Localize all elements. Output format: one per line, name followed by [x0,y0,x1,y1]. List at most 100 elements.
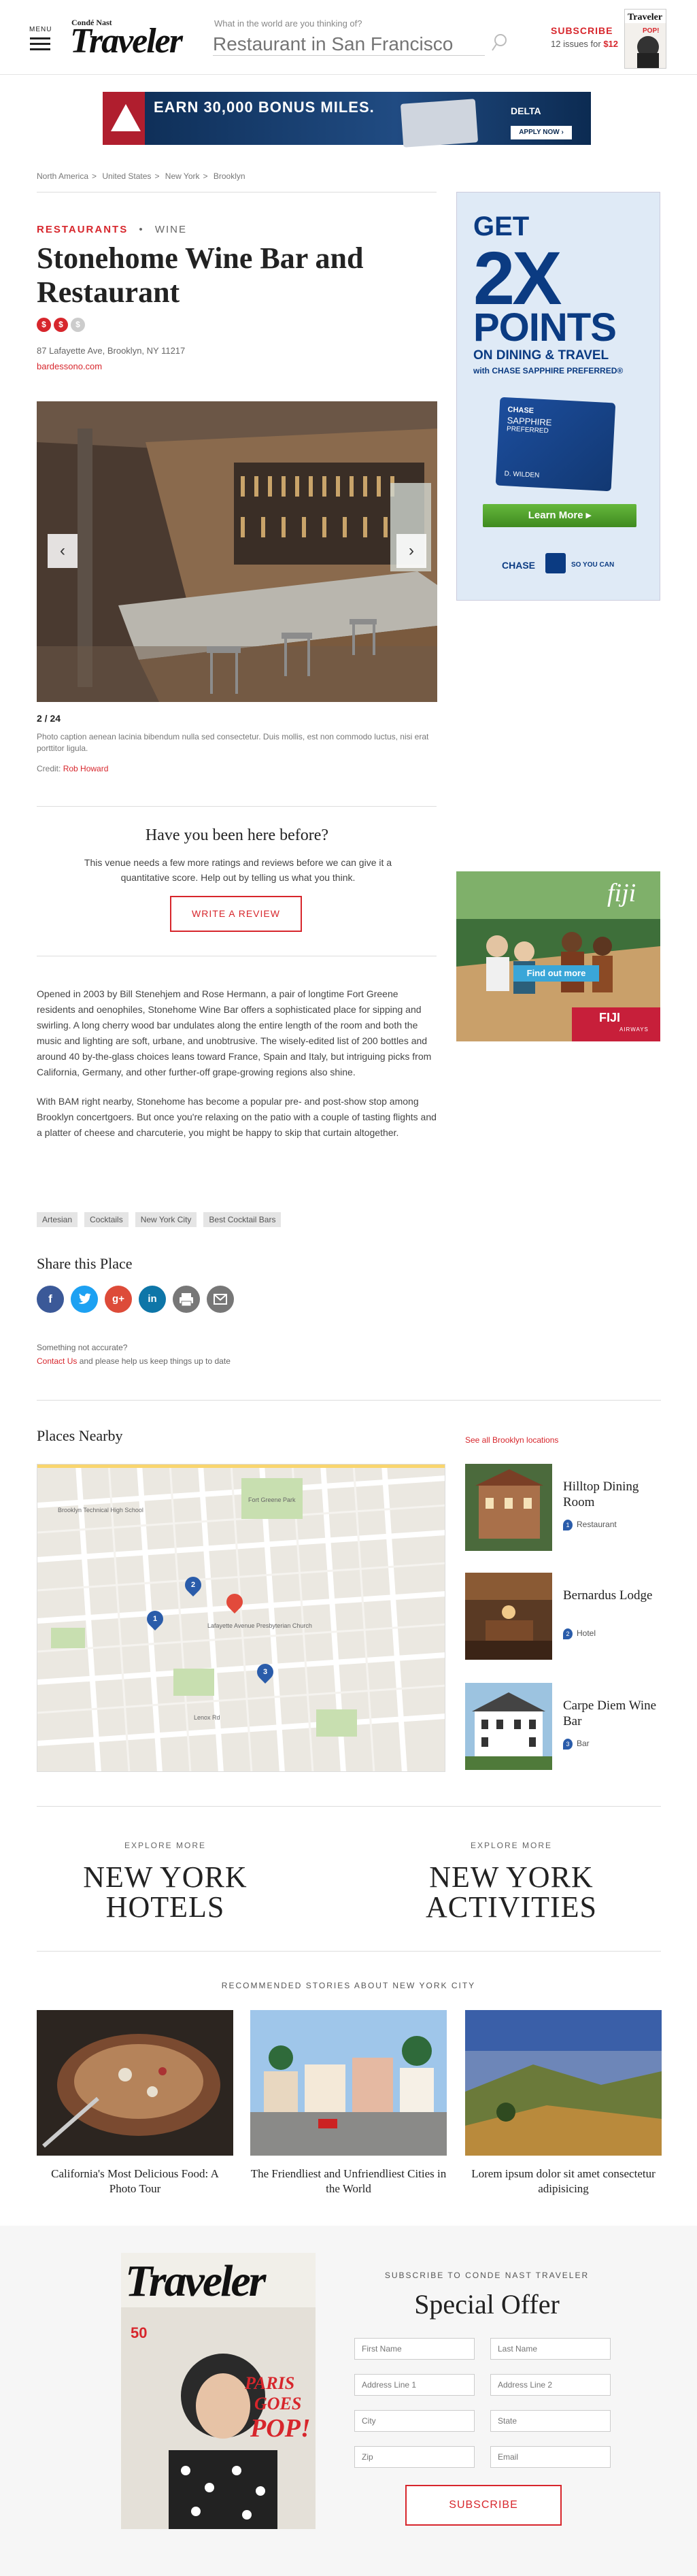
tag[interactable]: New York City [135,1212,197,1227]
nearby-place-type: 3 Bar [563,1739,590,1750]
story-caption[interactable]: Lorem ipsum dolor sit amet consectetur a… [465,2167,662,2196]
see-all-locations-link[interactable]: See all Brooklyn locations [465,1435,558,1445]
svg-text:PARIS: PARIS [244,2373,294,2393]
gallery-photo [37,401,437,702]
subcategory-link[interactable]: WINE [155,224,187,235]
story-caption[interactable]: The Friendliest and Unfriendliest Cities… [250,2167,447,2196]
map-tiles: Brooklyn Technical High School Fort Gree… [37,1465,445,1771]
gallery-next-button[interactable]: › [396,534,426,568]
svg-text:50: 50 [131,2324,147,2341]
venue-description: Opened in 2003 by Bill Stenehjem and Ros… [37,986,438,1154]
price-rating: $ $ $ [37,318,88,332]
breadcrumb-item[interactable]: Brooklyn [214,171,245,181]
google-plus-icon[interactable]: g+ [105,1286,132,1313]
subscribe-link[interactable]: SUBSCRIBE [551,25,613,36]
story-caption[interactable]: California's Most Delicious Food: A Phot… [37,2167,233,2196]
zip-field[interactable] [354,2446,475,2468]
contact-us-link[interactable]: Contact Us [37,1356,77,1366]
side-ad-chase[interactable]: GET 2X POINTS ON DINING & TRAVEL with CH… [456,192,660,601]
places-nearby-heading: Places Nearby [37,1427,123,1444]
twitter-icon[interactable] [71,1286,98,1313]
story-image[interactable] [465,2010,662,2156]
magazine-cover[interactable]: 50 PARIS GOES POP! Traveler [121,2253,316,2529]
story-card[interactable]: California's Most Delicious Food: A Phot… [37,2010,233,2196]
photo-gallery: ‹ › [37,401,437,702]
photo-credit-link[interactable]: Rob Howard [63,764,109,773]
breadcrumb-item[interactable]: North America [37,171,88,181]
gallery-counter: 2 / 24 [37,713,61,724]
email-field[interactable] [490,2446,611,2468]
breadcrumb-item[interactable]: New York [165,171,200,181]
site-logo[interactable]: Traveler [70,21,183,62]
story-image[interactable] [250,2010,447,2156]
tag[interactable]: Cocktails [84,1212,129,1227]
tag[interactable]: Best Cocktail Bars [203,1212,282,1227]
email-icon[interactable] [207,1286,234,1313]
search-input[interactable] [213,33,485,56]
venue-address: 87 Lafayette Ave, Brooklyn, NY 11217 [37,346,186,356]
map-pin-icon: 2 [563,1628,573,1639]
map[interactable]: Brooklyn Technical High School Fort Gree… [37,1464,445,1772]
map-pin[interactable]: 2 [182,1573,205,1596]
state-field[interactable] [490,2410,611,2432]
svg-text:GOES: GOES [254,2394,301,2413]
gallery-prev-button[interactable]: ‹ [48,534,78,568]
explore-title[interactable]: NEW YORK HOTELS [50,1862,281,1922]
nearby-place-type: 1 Restaurant [563,1520,617,1530]
svg-text:Fort Greene Park: Fort Greene Park [248,1496,296,1503]
find-out-more-button[interactable]: Find out more [513,965,599,982]
ad-text: POINTS [473,305,617,350]
ad-text: GET [473,212,530,241]
map-pin[interactable]: 3 [254,1660,277,1684]
search-icon[interactable] [491,33,509,53]
breadcrumb: North America > United States > New York > … [37,171,245,181]
price-symbol: $ [54,318,68,332]
story-card[interactable]: Lorem ipsum dolor sit amet consectetur a… [465,2010,662,2196]
magazine-cover-thumbnail[interactable]: Traveler POP! [624,9,666,69]
ad-text: CHASE [502,560,536,571]
airline-logo-sub: AIRWAYS [619,1026,649,1033]
subscribe-footer: 50 PARIS GOES POP! Traveler SUBSCRIBE TO… [0,2226,697,2576]
map-pin[interactable]: 1 [143,1607,167,1630]
subscribe-button[interactable]: SUBSCRIBE [405,2485,562,2526]
side-ad-fiji[interactable]: fiji Find out more FIJI AIRWAYS [456,871,660,1041]
ad-text: SO YOU CAN [571,561,615,569]
svg-text:Lenox Rd: Lenox Rd [194,1714,220,1721]
address-line-2-field[interactable] [490,2374,611,2396]
category-link[interactable]: RESTAURANTS [37,224,128,235]
hamburger-icon[interactable] [30,37,50,50]
nearby-place-photo [465,1683,552,1770]
story-card[interactable]: The Friendliest and Unfriendliest Cities… [250,2010,447,2196]
address-line-1-field[interactable] [354,2374,475,2396]
city-field[interactable] [354,2410,475,2432]
breadcrumb-item[interactable]: United States [102,171,151,181]
venue-category: RESTAURANTS • WINE [37,224,188,235]
apply-now-button[interactable]: APPLY NOW › [511,126,572,139]
nearby-place-card[interactable]: Hilltop Dining Room 1 Restaurant [465,1464,662,1552]
first-name-field[interactable] [354,2338,475,2360]
explore-title[interactable]: NEW YORK ACTIVITIES [396,1862,627,1922]
explore-hotels-link[interactable]: EXPLORE MORE NEW YORK HOTELS [50,1841,281,1922]
nearby-place-name[interactable]: Hilltop Dining Room [563,1479,658,1510]
story-image[interactable] [37,2010,233,2156]
divider [37,806,437,807]
nearby-place-name[interactable]: Carpe Diem Wine Bar [563,1698,658,1729]
write-review-button[interactable]: WRITE A REVIEW [170,896,302,932]
explore-activities-link[interactable]: EXPLORE MORE NEW YORK ACTIVITIES [396,1841,627,1922]
last-name-field[interactable] [490,2338,611,2360]
nearby-place-type: 2 Hotel [563,1628,596,1639]
print-icon[interactable] [173,1286,200,1313]
venue-website-link[interactable]: bardessono.com [37,361,102,371]
linkedin-icon[interactable]: in [139,1286,166,1313]
chase-octagon-icon [545,553,566,573]
svg-text:Traveler: Traveler [628,12,662,22]
banner-ad-delta[interactable]: EARN 30,000 BONUS MILES. DELTA APPLY NOW… [103,92,591,148]
learn-more-button[interactable]: Learn More ▸ [483,504,636,527]
nearby-place-card[interactable]: Carpe Diem Wine Bar 3 Bar [465,1683,662,1771]
nearby-place-card[interactable]: Bernardus Lodge 2 Hotel [465,1573,662,1661]
svg-text:POP!: POP! [643,27,659,35]
nearby-place-name[interactable]: Bernardus Lodge [563,1588,658,1603]
accuracy-note: Something not accurate? [37,1343,128,1352]
tag[interactable]: Artesian [37,1212,78,1227]
facebook-icon[interactable]: f [37,1286,64,1313]
